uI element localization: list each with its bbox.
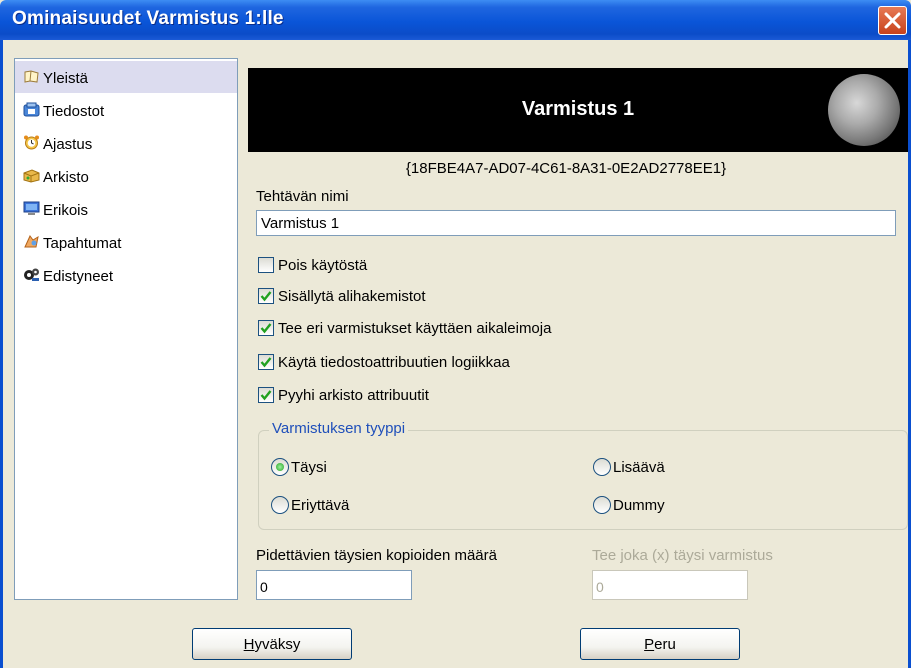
checkbox-box[interactable] bbox=[258, 387, 274, 403]
general-panel: Varmistus 1 {18FBE4A7-AD07-4C61-8A31-0E2… bbox=[246, 58, 911, 600]
every-x-input bbox=[592, 570, 748, 600]
backup-type-group: Varmistuksen tyyppi Täysi Lisäävä Eriytt… bbox=[258, 420, 908, 530]
cancel-hotkey: P bbox=[644, 635, 655, 653]
sidebar-item-label: Tapahtumat bbox=[43, 235, 122, 252]
sidebar-item-arkisto[interactable]: Arkisto bbox=[15, 160, 237, 192]
checkbox-box[interactable] bbox=[258, 288, 274, 304]
radio-label: Eriyttävä bbox=[291, 497, 350, 514]
keep-copies-input[interactable] bbox=[256, 570, 412, 600]
general-icon bbox=[24, 70, 39, 83]
sidebar-item-label: Tiedostot bbox=[43, 103, 105, 120]
radio-label: Lisäävä bbox=[613, 459, 665, 476]
radio-button[interactable] bbox=[593, 496, 611, 514]
archive-icon bbox=[23, 169, 40, 183]
task-name-input[interactable] bbox=[256, 210, 896, 236]
close-button[interactable] bbox=[878, 6, 907, 35]
files-icon bbox=[23, 102, 40, 117]
checkbox-box[interactable] bbox=[258, 257, 274, 273]
checkmark-icon bbox=[260, 291, 272, 302]
title-bar[interactable]: Ominaisuudet Varmistus 1:lle bbox=[0, 0, 911, 40]
moon-icon bbox=[828, 74, 900, 146]
checkbox-label: Käytä tiedostoattribuutien logiikkaa bbox=[278, 354, 510, 371]
sidebar-item-edistyneet[interactable]: Edistyneet bbox=[15, 259, 237, 291]
sidebar-item-tiedostot[interactable]: Tiedostot bbox=[15, 94, 237, 126]
checkmark-icon bbox=[260, 323, 272, 334]
ok-label: yväksy bbox=[254, 635, 301, 653]
checkbox-box[interactable] bbox=[258, 354, 274, 370]
events-icon bbox=[24, 235, 39, 248]
ok-button[interactable]: Hyväksy bbox=[192, 628, 352, 660]
sidebar-item-ajastus[interactable]: Ajastus bbox=[15, 127, 237, 159]
window-title: Ominaisuudet Varmistus 1:lle bbox=[12, 8, 284, 29]
every-x-label: Tee joka (x) täysi varmistus bbox=[592, 547, 773, 564]
radio-selected-dot bbox=[276, 463, 284, 471]
checkbox-label: Pois käytöstä bbox=[278, 257, 368, 274]
sidebar-item-label: Erikois bbox=[43, 202, 89, 219]
radio-button[interactable] bbox=[271, 458, 289, 476]
close-icon bbox=[884, 12, 901, 29]
sidebar-item-tapahtumat[interactable]: Tapahtumat bbox=[15, 226, 237, 258]
radio-button[interactable] bbox=[271, 496, 289, 514]
radio-label: Dummy bbox=[613, 497, 665, 514]
alarm-clock-icon bbox=[24, 135, 39, 150]
checkbox-label: Pyyhi arkisto attribuutit bbox=[278, 387, 429, 404]
cancel-button[interactable]: Peru bbox=[580, 628, 740, 660]
checkmark-icon bbox=[260, 357, 272, 368]
sidebar-item-label: Yleistä bbox=[43, 70, 89, 87]
checkbox-label: Sisällytä alihakemistot bbox=[278, 288, 426, 305]
radio-button[interactable] bbox=[593, 458, 611, 476]
sidebar-item-yleista[interactable]: Yleistä bbox=[15, 61, 237, 93]
task-name-label: Tehtävän nimi bbox=[256, 188, 349, 205]
ok-hotkey: H bbox=[243, 635, 255, 653]
sidebar-item-erikois[interactable]: Erikois bbox=[15, 193, 237, 225]
advanced-icon bbox=[24, 268, 39, 281]
cancel-label: eru bbox=[654, 635, 676, 653]
checkbox-box[interactable] bbox=[258, 320, 274, 336]
keep-copies-label: Pidettävien täysien kopioiden määrä bbox=[256, 547, 497, 564]
backup-type-legend: Varmistuksen tyyppi bbox=[269, 420, 409, 437]
task-guid: {18FBE4A7-AD07-4C61-8A31-0E2AD2778EE1} bbox=[405, 160, 727, 177]
radio-label: Täysi bbox=[291, 459, 327, 476]
window-border-left bbox=[0, 40, 3, 668]
monitor-icon bbox=[23, 201, 40, 215]
header-banner: Varmistus 1 bbox=[248, 68, 908, 152]
banner-title: Varmistus 1 bbox=[521, 98, 635, 120]
checkbox-label: Tee eri varmistukset käyttäen aikaleimoj… bbox=[278, 320, 552, 337]
sidebar-item-label: Ajastus bbox=[43, 136, 93, 153]
sidebar-item-label: Arkisto bbox=[43, 169, 89, 186]
sidebar: Yleistä Tiedostot Ajastus Arkisto Erikoi… bbox=[14, 58, 238, 600]
sidebar-item-label: Edistyneet bbox=[43, 268, 114, 285]
checkmark-icon bbox=[260, 390, 272, 401]
